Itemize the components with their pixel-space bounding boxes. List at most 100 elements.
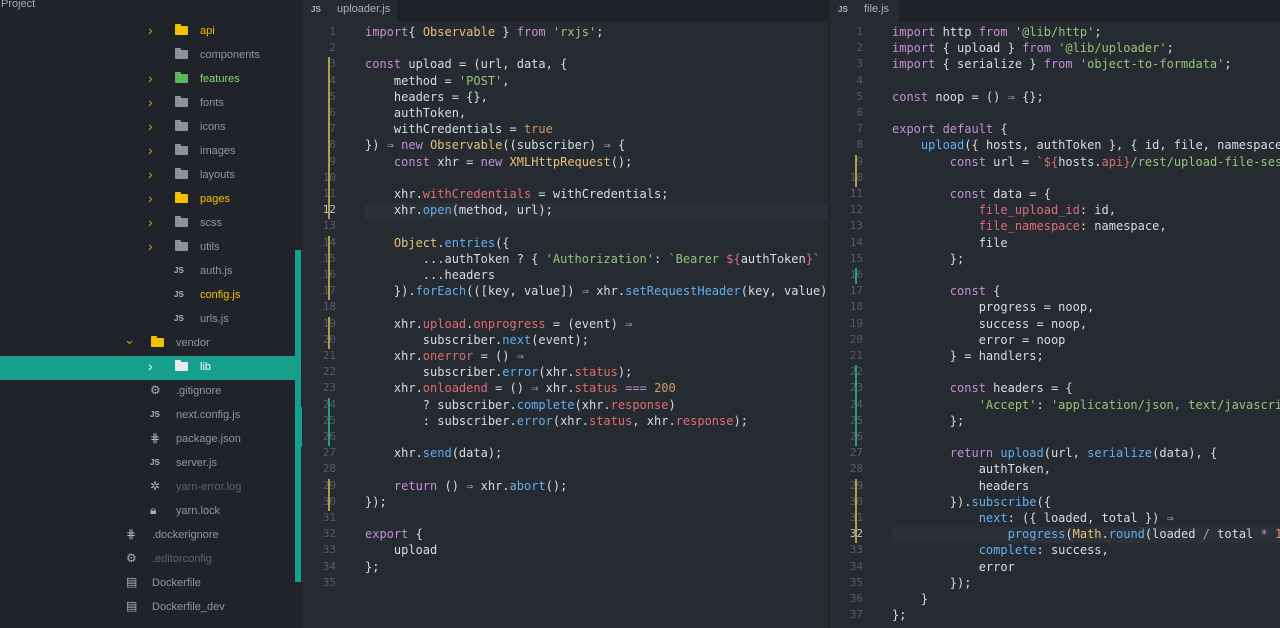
tree-item-auth-js[interactable]: JS auth.js bbox=[0, 260, 295, 284]
code-token: / bbox=[1202, 527, 1210, 542]
code-token: 'POST' bbox=[458, 73, 503, 88]
code-line: return upload(url, serialize(data), { bbox=[892, 446, 1217, 462]
code-token: ⇒ bbox=[1007, 89, 1015, 104]
line-number: 2 bbox=[329, 41, 336, 55]
line-number: 11 bbox=[849, 187, 863, 200]
tree-item-api[interactable]: › api bbox=[0, 20, 295, 44]
tree-item-editorconfig[interactable]: ⚙ .editorconfig bbox=[0, 548, 295, 572]
code-token: = () bbox=[487, 381, 532, 396]
code-token: return bbox=[393, 478, 438, 493]
tree-item-fonts[interactable]: › fonts bbox=[0, 92, 295, 116]
tree-item-package-json[interactable]: ⋕ package.json bbox=[0, 428, 295, 452]
tree-item-utils[interactable]: › utils bbox=[0, 236, 295, 260]
tree-item-dockerignore[interactable]: ⋕ .dockerignore bbox=[0, 524, 295, 548]
chevron-right-icon[interactable]: › bbox=[148, 238, 153, 254]
code-token: ⇒ bbox=[625, 316, 633, 331]
code-token: 'Authorization' bbox=[545, 251, 654, 266]
tree-item-server-js[interactable]: JS server.js bbox=[0, 452, 295, 476]
code-token: status bbox=[588, 413, 633, 428]
tree-item-label: next.config.js bbox=[176, 409, 241, 421]
code-token: from bbox=[516, 25, 546, 39]
tree-item-features[interactable]: › features bbox=[0, 68, 295, 92]
tree-item-images[interactable]: › images bbox=[0, 140, 295, 164]
line-number: 27 bbox=[322, 446, 336, 460]
code-line: const { bbox=[892, 284, 1001, 300]
code-line: const url = `${hosts.api}/rest/upload-fi… bbox=[892, 155, 1280, 171]
code-token: ({ bbox=[1036, 494, 1051, 509]
tree-item-gitignore[interactable]: ⚙ .gitignore bbox=[0, 380, 295, 404]
line-number: 5 bbox=[856, 89, 863, 103]
chevron-right-icon[interactable]: › bbox=[148, 94, 153, 110]
folder-icon bbox=[175, 96, 188, 107]
line-number: 28 bbox=[322, 462, 336, 476]
chevron-right-icon[interactable]: › bbox=[148, 166, 153, 182]
line-number: 10 bbox=[302, 171, 336, 184]
code-token: export bbox=[365, 527, 409, 542]
line-number: 16 bbox=[302, 268, 336, 281]
tree-item-label: yarn.lock bbox=[176, 505, 221, 517]
code-token: entries bbox=[444, 235, 496, 250]
tree-item-dockerfile[interactable]: ▤ Dockerfile bbox=[0, 572, 295, 596]
code-line: const noop = () ⇒ {}; bbox=[892, 90, 1044, 106]
chevron-right-icon[interactable]: › bbox=[148, 190, 153, 206]
tab-file-js[interactable]: JS file.js bbox=[829, 0, 899, 22]
code-token: { bbox=[993, 122, 1008, 137]
package-icon: ⋕ bbox=[150, 431, 161, 445]
tree-item-label: images bbox=[200, 145, 236, 157]
tree-item-next-config-js[interactable]: JS next.config.js bbox=[0, 404, 295, 428]
code-line: }; bbox=[892, 252, 964, 268]
code-token: ...headers bbox=[365, 268, 496, 282]
gear-icon: ⚙ bbox=[150, 383, 161, 397]
code-token: === bbox=[625, 381, 647, 396]
tab-uploader-js[interactable]: JS uploader.js bbox=[302, 0, 397, 22]
project-panel-title: Project bbox=[1, 0, 36, 10]
tree-item-yarn-lock[interactable]: 🔒︎ yarn.lock bbox=[0, 500, 295, 524]
code-token: xhr = bbox=[430, 154, 481, 169]
code-token: 200 bbox=[654, 381, 676, 396]
tree-item-urls-js[interactable]: JS urls.js bbox=[0, 308, 295, 332]
tree-item-icons[interactable]: › icons bbox=[0, 116, 295, 140]
code-line: return () ⇒ xhr.abort(); bbox=[365, 479, 567, 495]
git-added-marker bbox=[328, 397, 330, 447]
tree-item-label: features bbox=[200, 73, 240, 85]
code-token: abort bbox=[509, 478, 546, 493]
tree-item-scss[interactable]: › scss bbox=[0, 212, 295, 236]
chevron-down-icon[interactable]: ⌄ bbox=[124, 332, 135, 348]
chevron-right-icon[interactable]: › bbox=[148, 22, 153, 38]
line-number: 33 bbox=[849, 543, 863, 557]
line-number: 13 bbox=[849, 219, 863, 233]
chevron-right-icon[interactable]: › bbox=[148, 214, 153, 230]
code-token: ⇒ bbox=[1166, 511, 1174, 525]
tree-item-pages[interactable]: › pages bbox=[0, 188, 295, 212]
tree-item-yarn-error-log[interactable]: ✲ yarn-error.log bbox=[0, 476, 295, 500]
code-token: file_upload_id bbox=[978, 203, 1080, 218]
code-token: authToken, bbox=[365, 106, 467, 120]
code-token: xhr. bbox=[365, 349, 423, 363]
tree-item-label: urls.js bbox=[200, 313, 229, 325]
chevron-right-icon[interactable]: › bbox=[148, 118, 153, 134]
tree-item-lib[interactable]: › lib bbox=[0, 356, 295, 380]
line-number: 8 bbox=[856, 138, 863, 152]
code-token: xhr. bbox=[473, 478, 510, 493]
chevron-right-icon[interactable]: › bbox=[148, 142, 153, 158]
tree-item-config-js[interactable]: JS config.js bbox=[0, 284, 295, 308]
tree-item-dockerfile-dev[interactable]: ▤ Dockerfile_dev bbox=[0, 596, 295, 620]
code-token: () bbox=[437, 478, 467, 493]
code-line: const data = { bbox=[892, 187, 1051, 203]
tree-item-layouts[interactable]: › layouts bbox=[0, 164, 295, 188]
line-number: 26 bbox=[829, 430, 863, 443]
code-line: ...authToken ? { 'Authorization': `Beare… bbox=[365, 252, 828, 268]
chevron-right-icon[interactable]: › bbox=[148, 70, 153, 86]
line-number: 34 bbox=[849, 559, 863, 573]
tree-item-vendor[interactable]: ⌄ vendor bbox=[0, 332, 295, 356]
code-token: '@lib/uploader' bbox=[1058, 41, 1167, 56]
code-line: ? subscriber.complete(xhr.response) bbox=[365, 398, 676, 414]
document-icon: ▤ bbox=[126, 575, 138, 589]
line-number: 14 bbox=[849, 235, 863, 249]
tree-item-components[interactable]: components bbox=[0, 44, 295, 68]
chevron-right-icon[interactable]: › bbox=[148, 358, 153, 374]
